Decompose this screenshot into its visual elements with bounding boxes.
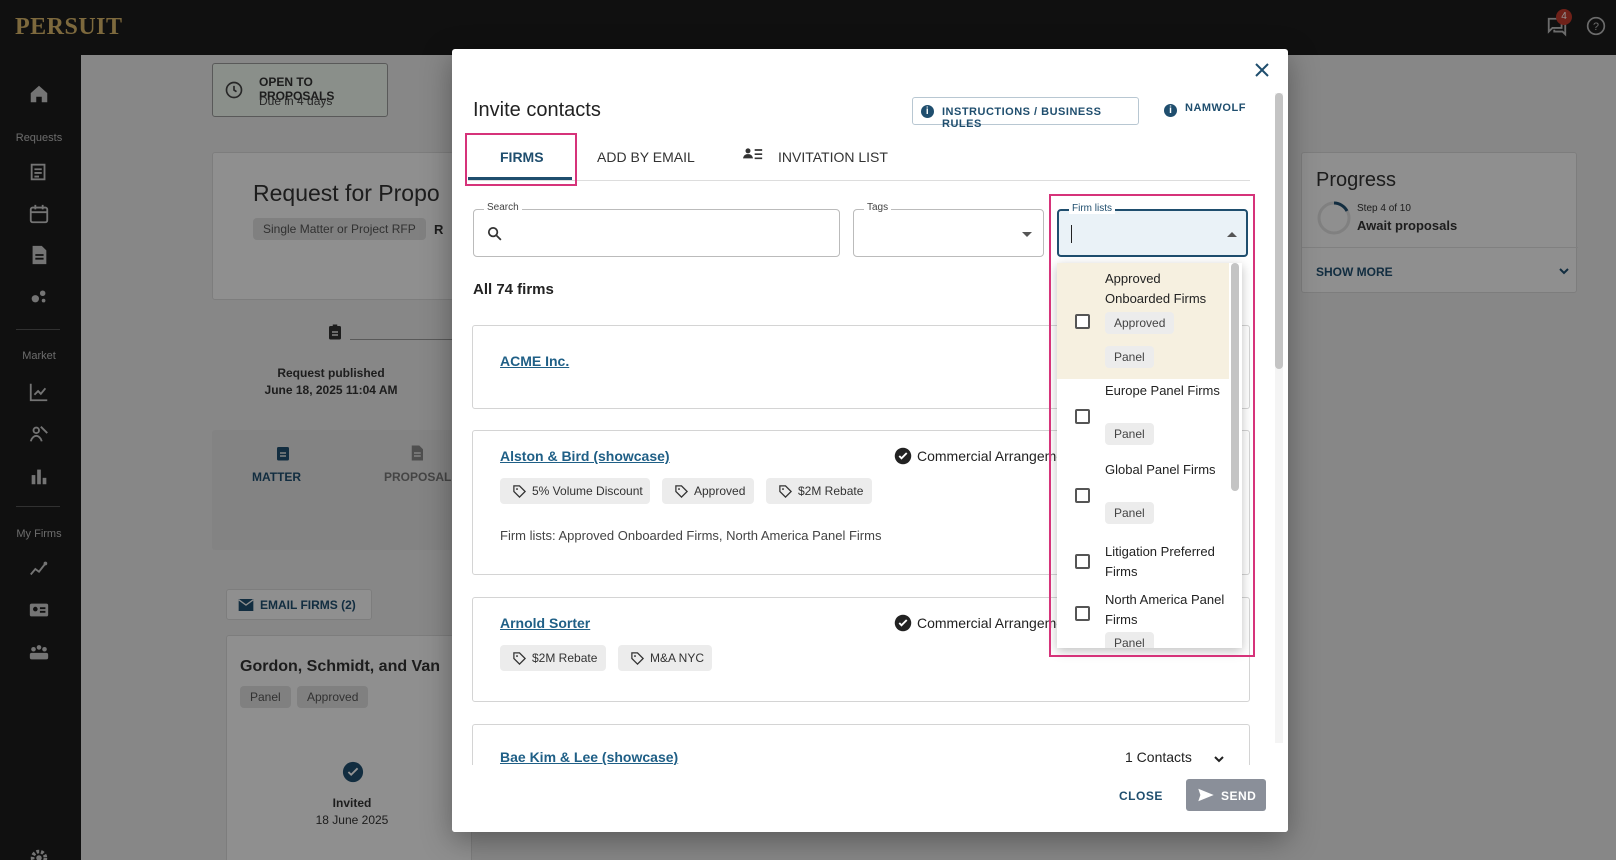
tag-label: $2M Rebate [532, 651, 598, 665]
tag-chip: Approved [662, 478, 754, 504]
instructions-label: INSTRUCTIONS / BUSINESS RULES [942, 106, 1102, 130]
modal-title: Invite contacts [473, 99, 601, 121]
tags-select[interactable]: Tags [853, 202, 1044, 257]
send-button[interactable]: SEND [1186, 779, 1266, 811]
tags-label: Tags [864, 202, 892, 213]
tag-label: $2M Rebate [798, 484, 864, 498]
firms-count: All 74 firms [473, 281, 554, 298]
tag-icon [675, 485, 689, 499]
firm-link[interactable]: Bae Kim & Lee (showcase) [500, 749, 678, 765]
close-icon[interactable] [1254, 62, 1272, 80]
contacts-count[interactable]: 1 Contacts [1125, 749, 1192, 765]
search-icon [487, 226, 502, 241]
search-label: Search [484, 202, 522, 213]
tag-chip: 5% Volume Discount [500, 478, 650, 504]
chevron-down-icon[interactable] [1213, 753, 1225, 765]
tag-chip: M&A NYC [618, 645, 712, 671]
tag-icon [513, 485, 527, 499]
tag-chip: $2M Rebate [500, 645, 606, 671]
check-circle-icon [894, 614, 912, 632]
tag-label: Approved [694, 484, 746, 498]
close-button[interactable]: CLOSE [1119, 789, 1163, 803]
tag-icon [779, 485, 793, 499]
tag-icon [631, 652, 645, 666]
instructions-button[interactable]: i INSTRUCTIONS / BUSINESS RULES [912, 97, 1139, 130]
firm-link[interactable]: ACME Inc. [500, 353, 569, 369]
commercial-arrangement: Commercial Arrangeme [917, 615, 1065, 631]
search-input[interactable]: Search [473, 202, 840, 257]
firm-link[interactable]: Arnold Sorter [500, 615, 590, 631]
caret-down-icon [1022, 232, 1032, 237]
send-icon [1198, 788, 1214, 802]
tag-label: M&A NYC [650, 651, 705, 665]
commercial-arrangement: Commercial Arrangeme [917, 448, 1065, 464]
check-circle-icon [894, 447, 912, 465]
highlight-firms-tab [465, 133, 577, 186]
invitation-list-icon [743, 148, 763, 160]
namwolf-link[interactable]: NAMWOLF [1185, 102, 1246, 114]
send-label: SEND [1221, 789, 1257, 803]
info-icon: i [1164, 104, 1177, 117]
firm-link[interactable]: Alston & Bird (showcase) [500, 448, 670, 464]
tag-icon [513, 652, 527, 666]
tabs-divider [468, 180, 1250, 181]
tab-invitation-list[interactable]: INVITATION LIST [778, 149, 888, 165]
info-icon: i [921, 105, 934, 118]
tab-add-by-email[interactable]: ADD BY EMAIL [597, 149, 695, 165]
tag-label: 5% Volume Discount [532, 484, 643, 498]
highlight-firm-lists [1049, 194, 1255, 657]
firm-lists-text: Firm lists: Approved Onboarded Firms, No… [500, 528, 882, 543]
tag-chip: $2M Rebate [766, 478, 872, 504]
modal-scrollbar-thumb[interactable] [1275, 93, 1283, 369]
